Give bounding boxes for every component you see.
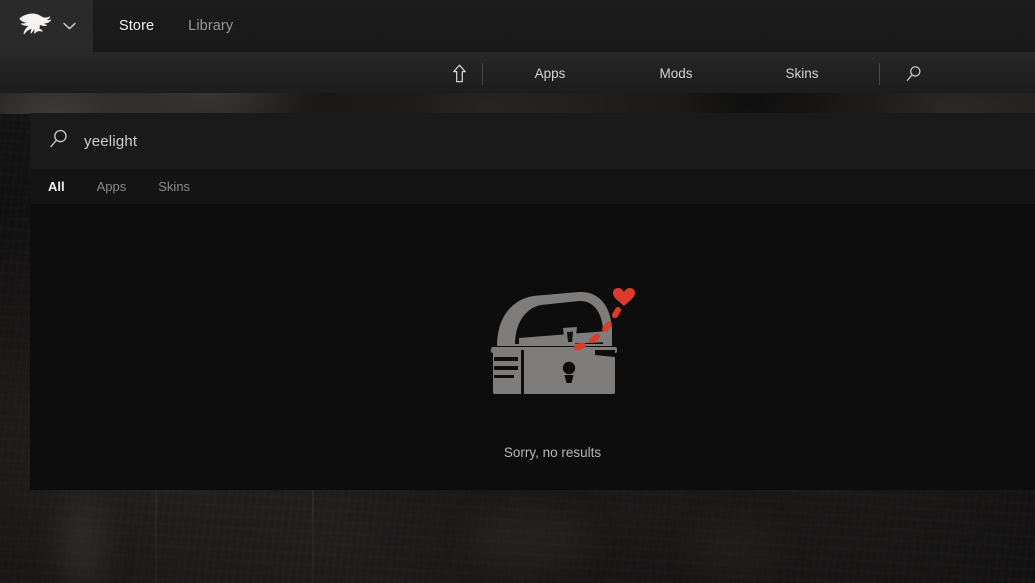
wolf-head-icon [17, 11, 55, 42]
open-treasure-chest-with-escaping-heart-icon [475, 274, 645, 429]
hero-banner-strip [0, 93, 1035, 114]
subnav-item-apps[interactable]: Apps [487, 53, 613, 94]
search-input-row[interactable]: yeelight [30, 113, 1035, 169]
brand-menu-button[interactable] [0, 0, 93, 52]
secondary-nav-bar: Apps Mods Skins [0, 52, 1035, 93]
search-icon[interactable] [884, 53, 944, 94]
hero-banner-image [0, 93, 1035, 114]
background-detail [690, 520, 780, 580]
arrow-up-icon[interactable] [440, 53, 478, 94]
nav-divider [879, 62, 880, 85]
empty-state: Sorry, no results [30, 274, 1035, 460]
secondary-nav-items: Apps Mods Skins [440, 53, 944, 94]
filter-tab-skins[interactable]: Skins [158, 169, 206, 204]
nav-divider [482, 62, 483, 85]
nav-tab-store[interactable]: Store [119, 0, 154, 52]
background-detail [60, 498, 106, 583]
subnav-item-skins[interactable]: Skins [739, 53, 865, 94]
empty-state-message: Sorry, no results [503, 445, 602, 460]
nav-tab-library[interactable]: Library [188, 0, 233, 52]
search-input[interactable]: yeelight [84, 133, 137, 150]
filter-tab-all[interactable]: All [48, 169, 65, 204]
search-panel: yeelight All Apps Skins Sorry, no result… [30, 113, 1035, 490]
title-bar: Store Library [0, 0, 1035, 52]
main-nav: Store Library [93, 0, 233, 52]
app-window: Store Library Apps Mods Skins yeelight A… [0, 0, 1035, 583]
search-icon [48, 128, 70, 155]
result-filter-tabs: All Apps Skins [30, 169, 1035, 204]
results-area: Sorry, no results [30, 204, 1035, 490]
chevron-down-icon [63, 17, 76, 35]
background-detail [470, 505, 590, 575]
filter-tab-apps[interactable]: Apps [97, 169, 143, 204]
subnav-item-mods[interactable]: Mods [613, 53, 739, 94]
